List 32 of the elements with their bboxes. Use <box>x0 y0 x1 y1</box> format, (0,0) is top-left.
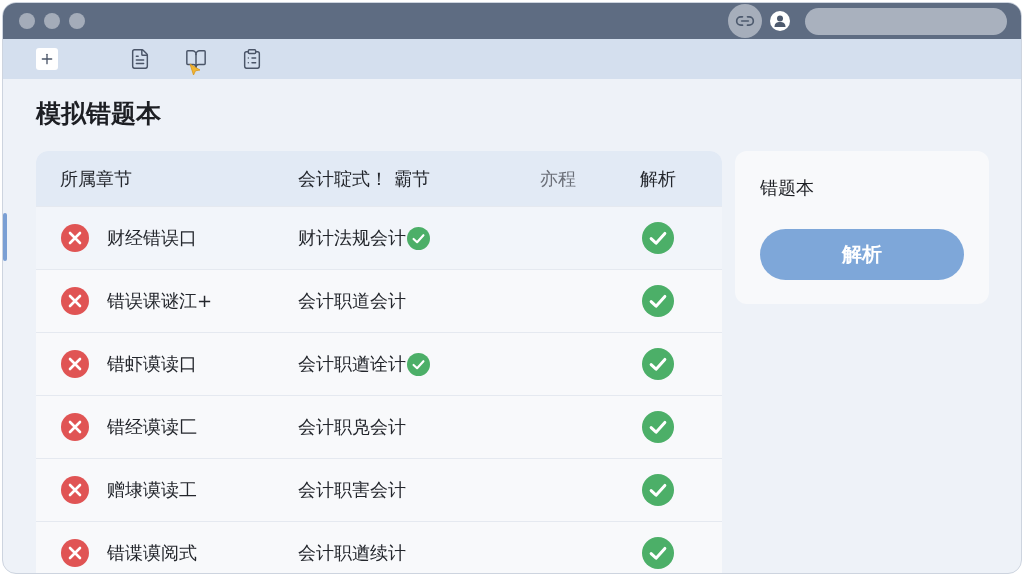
plus-icon <box>39 51 55 67</box>
column-header: 解析 <box>640 166 676 191</box>
table-cell: 会计职遒诠计 <box>298 352 406 376</box>
column-header: 所属章节 <box>60 166 132 191</box>
scroll-indicator <box>3 213 7 261</box>
table-cell: 错谍谟阅式 <box>107 541 197 565</box>
cursor-icon <box>189 63 201 76</box>
window-control-icon[interactable] <box>44 13 60 29</box>
table-cell: 会计职害会计 <box>298 478 406 502</box>
table-cell: 财计法规会计 <box>298 226 406 250</box>
clipboard-icon[interactable] <box>241 48 263 70</box>
table-cell: 错经谟读匚 <box>107 415 197 439</box>
book-icon[interactable] <box>185 48 207 70</box>
table-cell: 会计职道会计 <box>298 289 406 313</box>
add-button[interactable] <box>36 48 58 70</box>
table-cell: 财经错误口 <box>107 226 197 250</box>
user-icon[interactable] <box>770 11 790 31</box>
link-icon[interactable] <box>728 4 762 38</box>
column-header: 会计聢式！ 霸节 <box>298 166 430 191</box>
table-cell: 会计职遒续计 <box>298 541 406 565</box>
window-control-icon[interactable] <box>69 13 85 29</box>
table-cell: 错误课谜江+ <box>107 289 213 313</box>
search-field[interactable] <box>805 7 1007 35</box>
table-cell: 会计职凫会计 <box>298 415 406 439</box>
page-title: 模拟错题本 <box>36 98 161 130</box>
panel-title: 错题本 <box>760 177 814 199</box>
column-header: 亦程 <box>540 166 576 191</box>
document-icon[interactable] <box>129 48 151 70</box>
analysis-button[interactable]: 解析 <box>760 229 964 280</box>
window-control-icon[interactable] <box>19 13 35 29</box>
table-cell: 赠埭谟读工 <box>107 478 197 502</box>
table-cell: 错虾谟读口 <box>107 352 197 376</box>
